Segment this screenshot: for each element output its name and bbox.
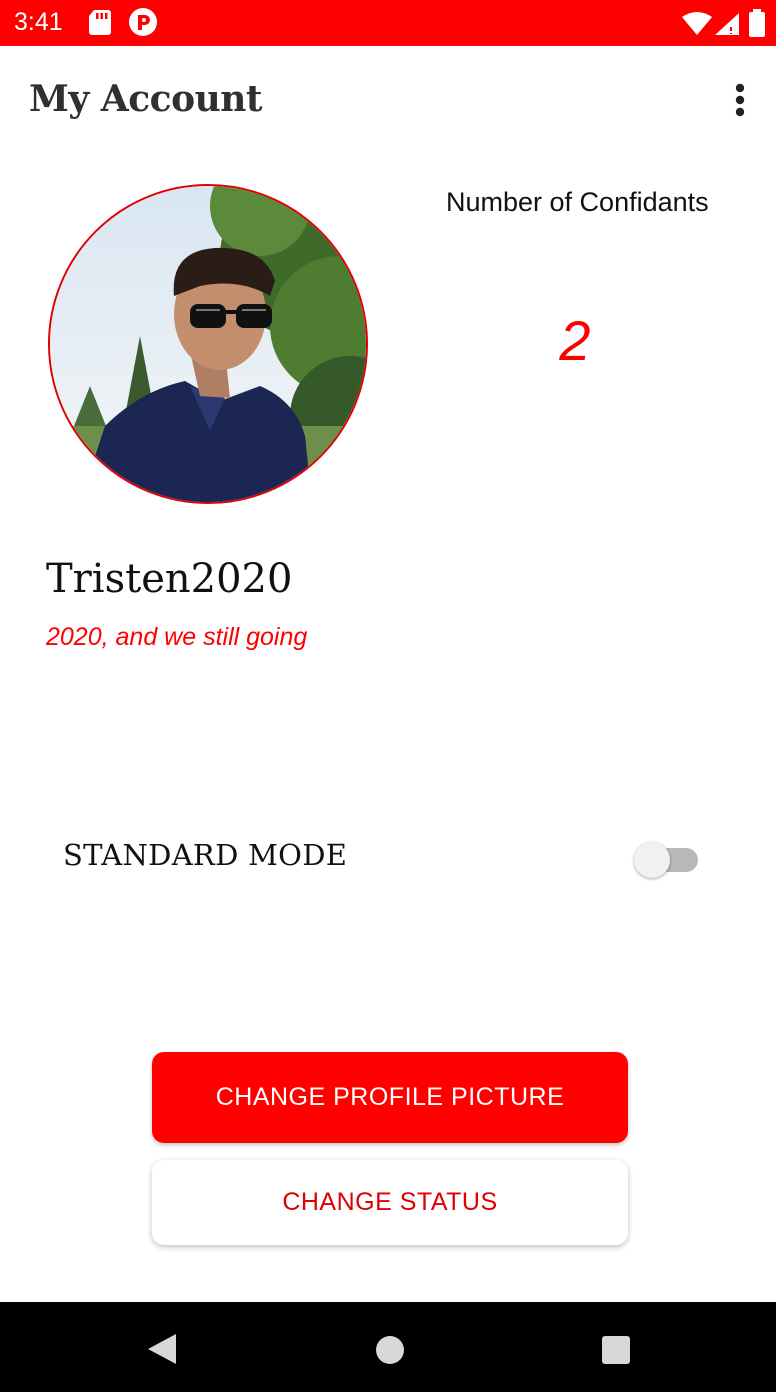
app-notification-icon [128, 7, 158, 42]
confidants-count: 2 [559, 309, 591, 372]
status-bar: 3:41 [0, 0, 776, 46]
username: Tristen2020 [46, 556, 293, 602]
sd-card-icon [88, 9, 112, 41]
back-icon[interactable] [146, 1332, 178, 1371]
page-title: My Account [29, 78, 263, 120]
wifi-icon [682, 12, 712, 41]
standard-mode-toggle[interactable] [634, 842, 700, 880]
recents-icon[interactable] [601, 1335, 631, 1370]
more-vert-icon[interactable] [720, 82, 760, 122]
battery-icon [748, 9, 766, 42]
confidants-label: Number of Confidants [446, 187, 709, 217]
avatar[interactable] [48, 184, 368, 504]
status-message: 2020, and we still going [46, 623, 308, 651]
change-status-button[interactable]: CHANGE STATUS [152, 1160, 628, 1245]
cell-signal-icon [714, 12, 740, 41]
home-icon[interactable] [375, 1335, 405, 1370]
app-bar: My Account [0, 46, 776, 156]
status-time: 3:41 [14, 8, 63, 36]
toggle-thumb [634, 842, 670, 878]
system-nav-bar [0, 1302, 776, 1392]
mode-label: STANDARD MODE [63, 838, 348, 872]
change-profile-picture-button[interactable]: CHANGE PROFILE PICTURE [152, 1052, 628, 1143]
